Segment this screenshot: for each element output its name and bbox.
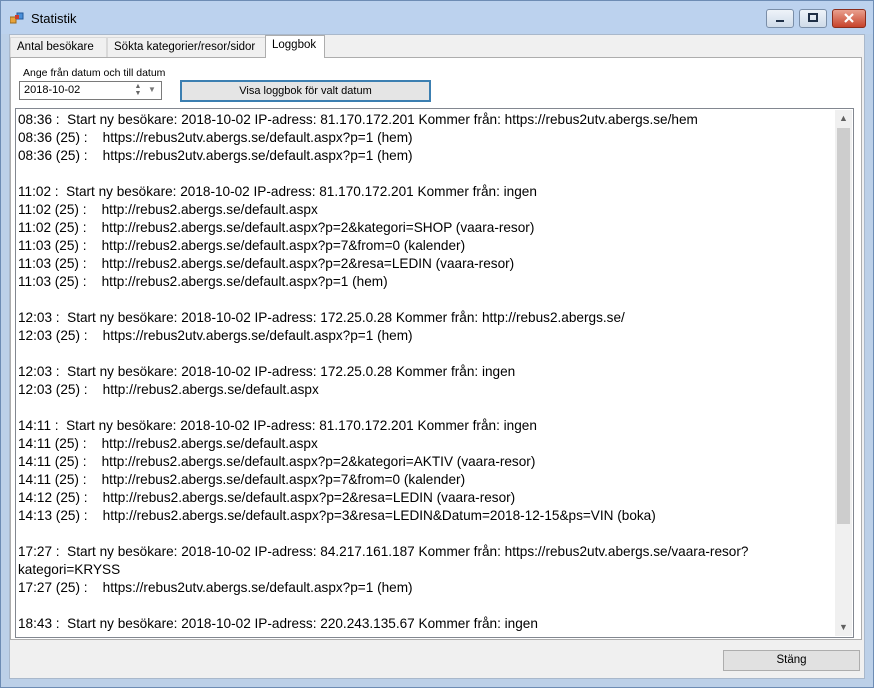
minimize-icon [776,20,784,22]
tab-label: Loggbok [272,39,317,51]
log-textbox[interactable]: 08:36 : Start ny besökare: 2018-10-02 IP… [15,108,854,638]
minimize-button[interactable] [766,9,794,28]
date-spinner[interactable]: ▲ ▼ [132,83,144,98]
window-title: Statistik [31,11,77,26]
maximize-icon [808,13,818,22]
dropdown-arrow-icon[interactable]: ▼ [148,85,156,94]
vertical-scrollbar[interactable]: ▲ ▼ [835,110,852,636]
scroll-down-arrow-icon[interactable]: ▼ [835,619,852,636]
date-range-label: Ange från datum och till datum [23,67,166,79]
spin-up-icon[interactable]: ▲ [132,83,144,90]
log-line: 12:03 : Start ny besökare: 2018-10-02 IP… [18,310,625,325]
spin-down-icon[interactable]: ▼ [132,90,144,97]
log-line: 11:03 (25) : http://rebus2.abergs.se/def… [18,238,466,253]
close-dialog-button[interactable]: Stäng [723,650,860,671]
tab-antal-besokare[interactable]: Antal besökare [10,37,107,57]
log-line: 14:11 (25) : http://rebus2.abergs.se/def… [18,472,466,487]
show-log-button[interactable]: Visa loggbok för valt datum [180,80,431,102]
tab-label: Antal besökare [17,41,94,53]
log-line: 11:02 (25) : http://rebus2.abergs.se/def… [18,202,318,217]
log-line: 17:27 (25) : https://rebus2utv.abergs.se… [18,580,413,595]
scroll-thumb[interactable] [837,128,850,524]
log-line: 14:11 (25) : http://rebus2.abergs.se/def… [18,436,318,451]
log-line: 14:11 : Start ny besökare: 2018-10-02 IP… [18,418,537,433]
tab-label: Sökta kategorier/resor/sidor [114,41,256,53]
log-line: 11:03 (25) : http://rebus2.abergs.se/def… [18,256,515,271]
close-icon [844,13,854,23]
log-line: 11:02 (25) : http://rebus2.abergs.se/def… [18,220,535,235]
log-line: 14:13 (25) : http://rebus2.abergs.se/def… [18,508,656,523]
tab-sokta-kategorier[interactable]: Sökta kategorier/resor/sidor [107,37,267,57]
log-line: 18:43 : Start ny besökare: 2018-10-02 IP… [18,616,538,631]
log-line: 17:27 : Start ny besökare: 2018-10-02 IP… [18,544,749,559]
app-icon [10,12,24,24]
log-line: 08:36 (25) : https://rebus2utv.abergs.se… [18,130,413,145]
date-picker[interactable]: 2018-10-02 ▲ ▼ ▼ [19,81,162,100]
tab-loggbok[interactable]: Loggbok [265,35,325,58]
log-line: 08:36 : Start ny besökare: 2018-10-02 IP… [18,112,698,127]
maximize-button[interactable] [799,9,827,28]
log-line: kategori=KRYSS [18,562,121,577]
log-line: 08:36 (25) : https://rebus2utv.abergs.se… [18,148,413,163]
log-line: 11:03 (25) : http://rebus2.abergs.se/def… [18,274,388,289]
log-line: 12:03 : Start ny besökare: 2018-10-02 IP… [18,364,516,379]
window-close-button[interactable] [832,9,866,28]
log-line: 11:02 : Start ny besökare: 2018-10-02 IP… [18,184,537,199]
log-line: 14:12 (25) : http://rebus2.abergs.se/def… [18,490,516,505]
log-line: 12:03 (25) : https://rebus2utv.abergs.se… [18,328,413,343]
log-line: 14:11 (25) : http://rebus2.abergs.se/def… [18,454,536,469]
scroll-up-arrow-icon[interactable]: ▲ [835,110,852,127]
title-bar: Statistik [1,1,873,34]
date-value: 2018-10-02 [24,84,81,96]
log-line: 12:03 (25) : http://rebus2.abergs.se/def… [18,382,319,397]
log-lines: 08:36 : Start ny besökare: 2018-10-02 IP… [18,111,833,633]
